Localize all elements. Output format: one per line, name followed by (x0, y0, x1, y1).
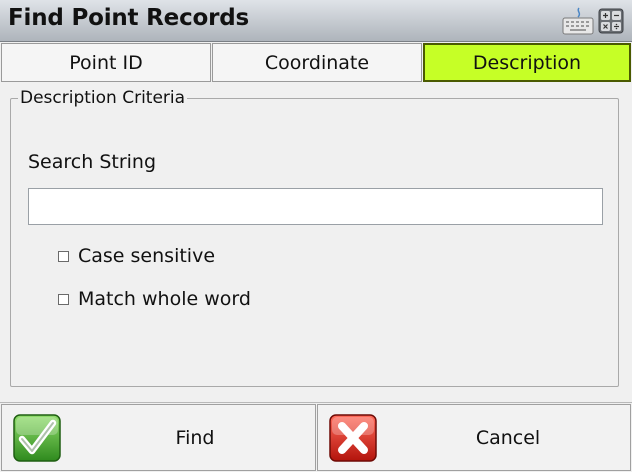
find-button[interactable]: Find (1, 404, 316, 471)
calculator-icon[interactable] (598, 8, 624, 34)
footer-divider (0, 402, 632, 403)
group-legend: Description Criteria (18, 88, 188, 108)
cancel-button[interactable]: Cancel (317, 404, 631, 471)
description-criteria-group (10, 98, 619, 387)
match-whole-word-checkbox[interactable] (58, 294, 69, 305)
tab-point-id[interactable]: Point ID (1, 43, 211, 82)
case-sensitive-checkbox[interactable] (58, 251, 69, 262)
window-title: Find Point Records (8, 5, 249, 31)
x-icon (329, 414, 377, 462)
search-string-input[interactable] (28, 188, 603, 225)
match-whole-word-label[interactable]: Match whole word (78, 288, 251, 310)
cancel-button-label: Cancel (475, 426, 541, 449)
search-string-label: Search String (28, 151, 157, 173)
keyboard-icon[interactable] (562, 6, 594, 36)
tab-bar: Point ID Coordinate Description (0, 42, 632, 83)
case-sensitive-label[interactable]: Case sensitive (78, 245, 215, 267)
title-bar: Find Point Records (0, 0, 632, 42)
tab-description[interactable]: Description (423, 43, 631, 82)
checkmark-icon (13, 414, 61, 462)
find-button-label: Find (175, 426, 215, 449)
tab-coordinate[interactable]: Coordinate (212, 43, 422, 82)
